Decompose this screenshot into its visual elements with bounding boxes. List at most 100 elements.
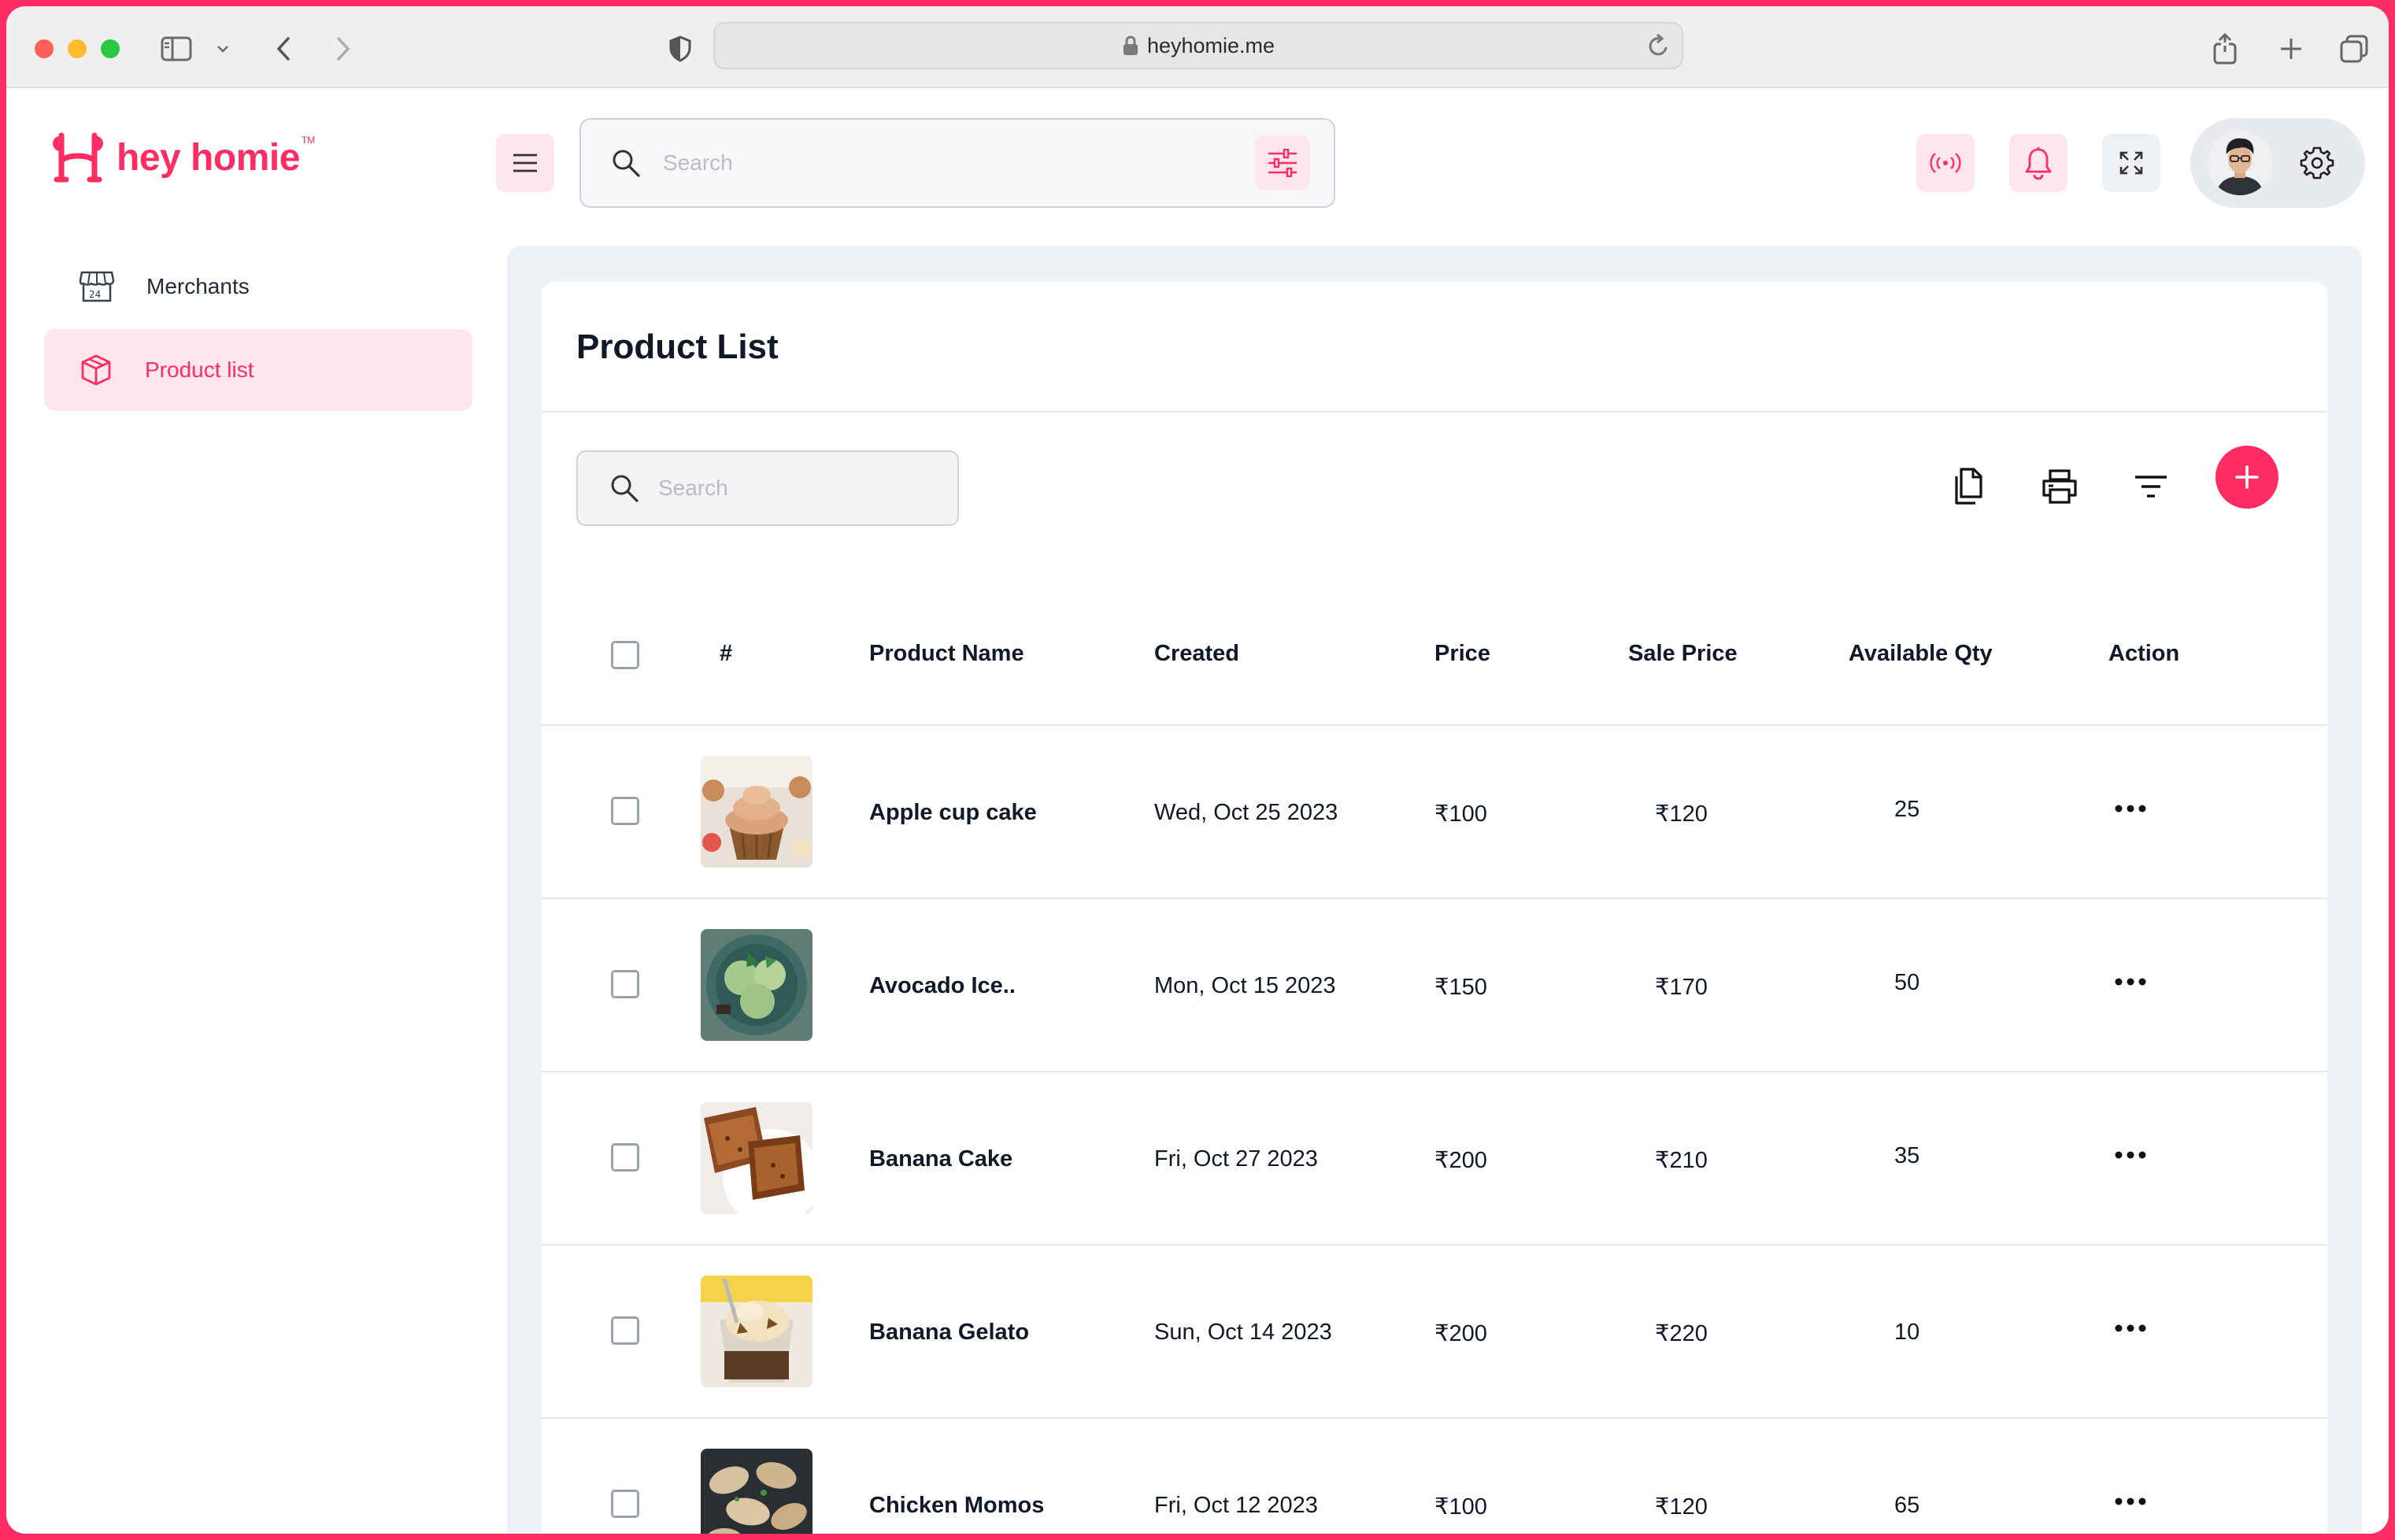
copy-button[interactable] <box>1935 455 1998 518</box>
column-header-product-name[interactable]: Product Name <box>869 641 1024 667</box>
table-row[interactable]: Chicken Momos Fri, Oct 12 2023 ₹100 ₹120… <box>542 1417 2327 1534</box>
broadcast-button[interactable] <box>1916 134 1975 192</box>
forward-icon[interactable] <box>328 33 359 65</box>
sidebar-icon[interactable] <box>161 33 192 65</box>
more-actions-icon[interactable] <box>2115 1324 2146 1332</box>
column-header-sale-price[interactable]: Sale Price <box>1628 641 1738 667</box>
reload-icon[interactable] <box>1647 33 1671 58</box>
product-price: ₹200 <box>1434 1148 1487 1173</box>
row-checkbox[interactable] <box>611 1143 639 1172</box>
global-search[interactable] <box>579 118 1335 208</box>
product-sale-price: ₹170 <box>1655 975 1708 1000</box>
product-sale-price: ₹210 <box>1655 1148 1708 1173</box>
column-header-action: Action <box>2108 641 2180 666</box>
product-created: Fri, Oct 27 2023 <box>1154 1146 1318 1172</box>
product-name[interactable]: Chicken Momos <box>869 1493 1044 1519</box>
product-image-green-ice-cream <box>701 929 813 1041</box>
product-name[interactable]: Banana Gelato <box>869 1320 1029 1346</box>
product-created: Wed, Oct 25 2023 <box>1154 800 1338 825</box>
column-header-created[interactable]: Created <box>1154 641 1239 667</box>
select-all-checkbox[interactable] <box>611 641 639 669</box>
row-checkbox[interactable] <box>611 797 639 825</box>
share-icon[interactable] <box>2209 33 2241 65</box>
product-name[interactable]: Avocado Ice.. <box>869 973 1016 999</box>
search-filter-button[interactable] <box>1255 135 1310 191</box>
notifications-button[interactable] <box>2009 134 2067 192</box>
product-created: Fri, Oct 12 2023 <box>1154 1493 1318 1518</box>
close-window-button[interactable] <box>35 39 54 58</box>
more-actions-icon[interactable] <box>2115 805 2146 813</box>
sidebar-item-product-list[interactable]: Product list <box>44 329 472 411</box>
product-image-banana-cake <box>701 1102 813 1214</box>
add-icon <box>2235 465 2259 489</box>
product-qty: 35 <box>1894 1143 1920 1168</box>
brand-name: hey homie <box>117 136 300 179</box>
expand-icon <box>2119 151 2143 175</box>
row-checkbox[interactable] <box>611 1316 639 1345</box>
row-checkbox[interactable] <box>611 970 639 998</box>
product-created: Sun, Oct 14 2023 <box>1154 1320 1332 1345</box>
minimize-window-button[interactable] <box>68 39 87 58</box>
store-icon: 24 <box>79 271 115 302</box>
fullscreen-button[interactable] <box>2102 134 2160 192</box>
zoom-window-button[interactable] <box>101 39 120 58</box>
menu-button[interactable] <box>496 134 554 192</box>
broadcast-icon <box>1930 153 1961 173</box>
more-actions-icon[interactable] <box>2115 1151 2146 1159</box>
back-icon[interactable] <box>268 33 299 65</box>
print-icon <box>2042 469 2077 504</box>
tabs-icon[interactable] <box>2338 33 2370 65</box>
table-row[interactable]: Apple cup cake Wed, Oct 25 2023 ₹100 ₹12… <box>542 724 2327 898</box>
product-price: ₹100 <box>1434 801 1487 827</box>
product-qty: 25 <box>1894 797 1920 822</box>
brand-trademark: TM <box>301 135 316 146</box>
product-image-gelato <box>701 1275 813 1387</box>
row-checkbox[interactable] <box>611 1490 639 1518</box>
more-actions-icon[interactable] <box>2115 978 2146 986</box>
table-row[interactable]: Banana Gelato Sun, Oct 14 2023 ₹200 ₹220… <box>542 1244 2327 1417</box>
sliders-icon <box>1268 149 1297 177</box>
product-name[interactable]: Apple cup cake <box>869 800 1037 826</box>
browser-toolbar: heyhomie.me <box>6 6 2389 88</box>
brand-logo-icon <box>53 132 103 183</box>
url-text: heyhomie.me <box>1146 33 1275 57</box>
search-icon <box>613 150 640 177</box>
column-header-price[interactable]: Price <box>1434 641 1490 667</box>
page-title: Product List <box>576 328 779 366</box>
product-qty: 65 <box>1894 1493 1920 1518</box>
search-icon <box>611 475 639 502</box>
copy-icon <box>1955 468 1982 505</box>
plus-icon[interactable] <box>2275 33 2307 65</box>
table-row[interactable]: Avocado Ice.. Mon, Oct 15 2023 ₹150 ₹170… <box>542 898 2327 1071</box>
profile-menu[interactable] <box>2190 118 2365 208</box>
product-image-momos <box>701 1449 813 1534</box>
shield-icon[interactable] <box>664 33 696 65</box>
column-header-available-qty[interactable]: Available Qty <box>1849 641 1993 667</box>
product-price: ₹200 <box>1434 1321 1487 1346</box>
product-sale-price: ₹220 <box>1655 1321 1708 1346</box>
chevron-down-icon[interactable] <box>213 33 233 65</box>
avatar[interactable] <box>2208 131 2272 195</box>
global-search-input[interactable] <box>663 150 1135 176</box>
sidebar-item-merchants[interactable]: 24 Merchants <box>44 246 472 328</box>
product-image-cupcake <box>701 756 813 868</box>
address-bar[interactable]: heyhomie.me <box>713 22 1683 69</box>
brand-logo[interactable]: hey homie TM <box>50 131 315 184</box>
menu-icon <box>513 154 537 172</box>
filter-icon <box>2135 476 2167 498</box>
sidebar-item-label: Merchants <box>146 274 250 298</box>
product-search-input[interactable] <box>658 476 942 501</box>
gear-icon[interactable] <box>2299 145 2335 181</box>
browser-window: heyhomie.me hey homie TM 24 Merchants Pr… <box>6 6 2389 1534</box>
filter-button[interactable] <box>2119 455 2182 518</box>
product-created: Mon, Oct 15 2023 <box>1154 973 1336 998</box>
table-row[interactable]: Banana Cake Fri, Oct 27 2023 ₹200 ₹210 3… <box>542 1071 2327 1244</box>
print-button[interactable] <box>2028 455 2091 518</box>
more-actions-icon[interactable] <box>2115 1497 2146 1505</box>
product-search[interactable] <box>576 450 959 526</box>
table-header: # Product Name Created Price Sale Price … <box>542 641 2327 704</box>
divider <box>542 411 2327 413</box>
add-product-button[interactable] <box>2215 446 2278 509</box>
product-price: ₹150 <box>1434 975 1487 1000</box>
product-name[interactable]: Banana Cake <box>869 1146 1012 1172</box>
